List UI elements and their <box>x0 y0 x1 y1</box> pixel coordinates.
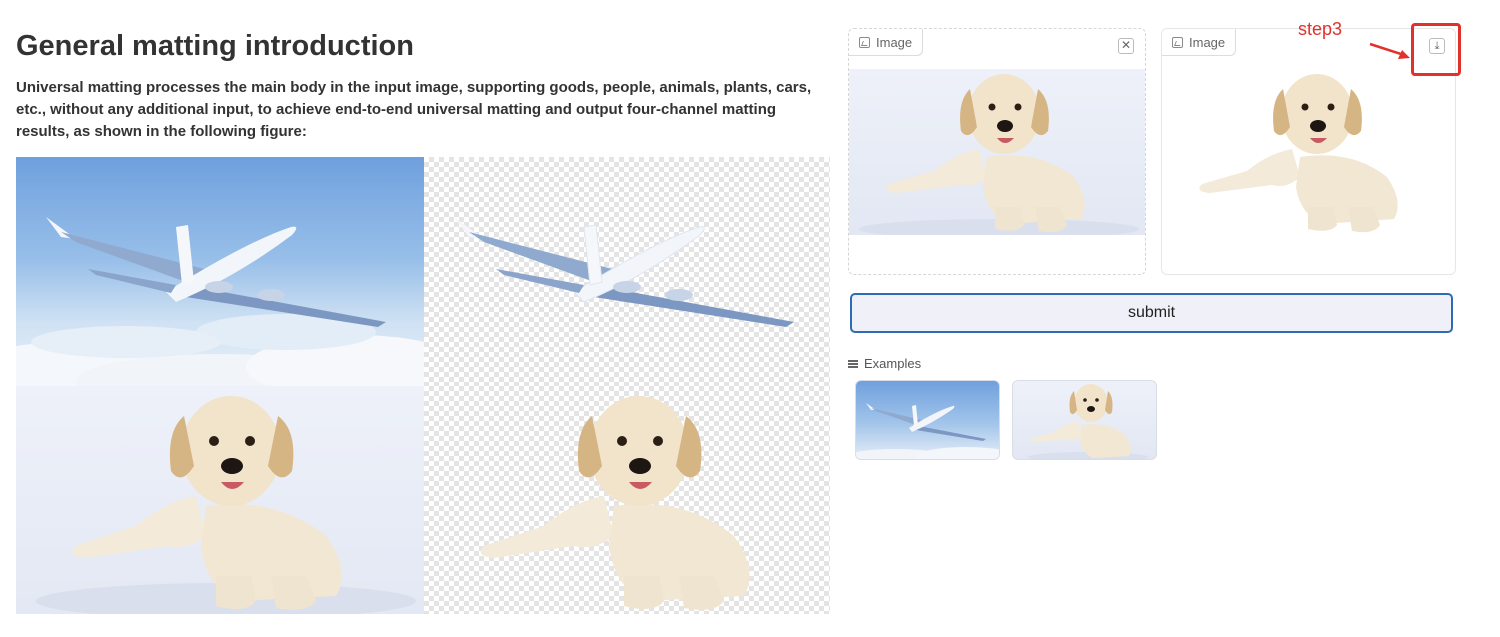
input-image-label-text: Image <box>876 34 913 50</box>
download-highlight-box <box>1411 23 1461 76</box>
submit-button[interactable]: submit <box>850 293 1453 333</box>
examples-heading: Examples <box>848 356 921 371</box>
intro-description: Universal matting processes the main bod… <box>16 79 812 140</box>
dog-matted-image <box>424 386 830 614</box>
output-dog-image <box>1162 69 1455 235</box>
airplane-original-image <box>16 157 424 386</box>
annotation-arrow-icon <box>1369 42 1410 59</box>
image-icon <box>859 36 870 48</box>
page-title: General matting introduction <box>16 30 414 62</box>
close-icon[interactable]: ✕ <box>1118 38 1134 54</box>
input-image-panel[interactable]: Image ✕ <box>848 28 1146 275</box>
dog-original-image <box>16 386 424 614</box>
output-image-label: Image <box>1162 29 1237 56</box>
step-annotation-label: step3 <box>1298 19 1343 39</box>
examples-heading-text: Examples <box>864 356 922 371</box>
example-thumbnail-airplane[interactable] <box>855 380 1000 460</box>
example-thumbnail-dog[interactable] <box>1012 380 1157 460</box>
matting-example-figure <box>16 157 830 614</box>
list-icon <box>848 359 858 368</box>
input-dog-image <box>849 69 1145 239</box>
input-image-label: Image <box>849 29 924 56</box>
image-icon <box>1172 36 1183 48</box>
airplane-matted-image <box>424 157 830 386</box>
output-image-label-text: Image <box>1189 34 1226 50</box>
